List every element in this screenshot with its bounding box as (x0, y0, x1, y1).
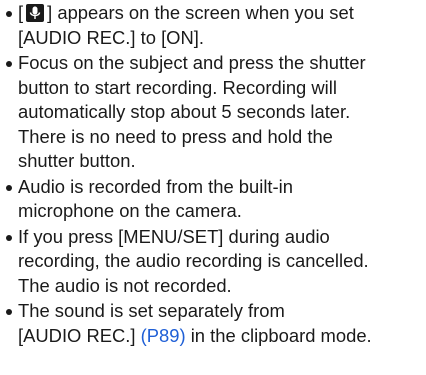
notes-list: [ ] appears on the screen when you set [A… (4, 1, 424, 348)
note-shutter: Focus on the subject and press the shutt… (4, 51, 424, 174)
note-line: recording, the audio recording is cancel… (18, 250, 369, 271)
bracket-open: [ (18, 2, 24, 23)
manual-page: [ ] appears on the screen when you set [A… (4, 1, 424, 349)
note-audio-icon: [ ] appears on the screen when you set [A… (4, 1, 424, 50)
note-text: [AUDIO REC.] (18, 324, 141, 346)
note-line: microphone on the camera. (18, 200, 242, 221)
microphone-icon (26, 4, 45, 22)
note-line: There is no need to press and hold the (18, 125, 333, 147)
page-reference-link[interactable]: (P89) (141, 325, 186, 346)
note-microphone: Audio is recorded from the built-in micr… (4, 175, 424, 224)
note-line: button to start recording. Recording wil… (18, 76, 337, 98)
note-line: Audio is recorded from the built-in (18, 175, 293, 197)
note-line: [AUDIO REC.] to [ON]. (18, 26, 204, 48)
note-line: [AUDIO REC.] (P89) in the clipboard mode… (18, 324, 424, 349)
note-line: The audio is not recorded. (18, 274, 232, 296)
note-text: ] appears on the screen when you set (47, 2, 354, 23)
note-line: [ ] appears on the screen when you set (18, 1, 424, 26)
note-line: automatically stop about 5 seconds later… (18, 101, 351, 122)
note-sound-setting: The sound is set separately from [AUDIO … (4, 299, 424, 348)
note-cancel: If you press [MENU/SET] during audio rec… (4, 225, 424, 299)
note-line: shutter button. (18, 150, 136, 171)
note-line: The sound is set separately from (18, 300, 285, 321)
note-text: in the clipboard mode. (185, 324, 372, 346)
note-line: Focus on the subject and press the shutt… (18, 52, 366, 73)
note-line: If you press [MENU/SET] during audio (18, 225, 330, 247)
